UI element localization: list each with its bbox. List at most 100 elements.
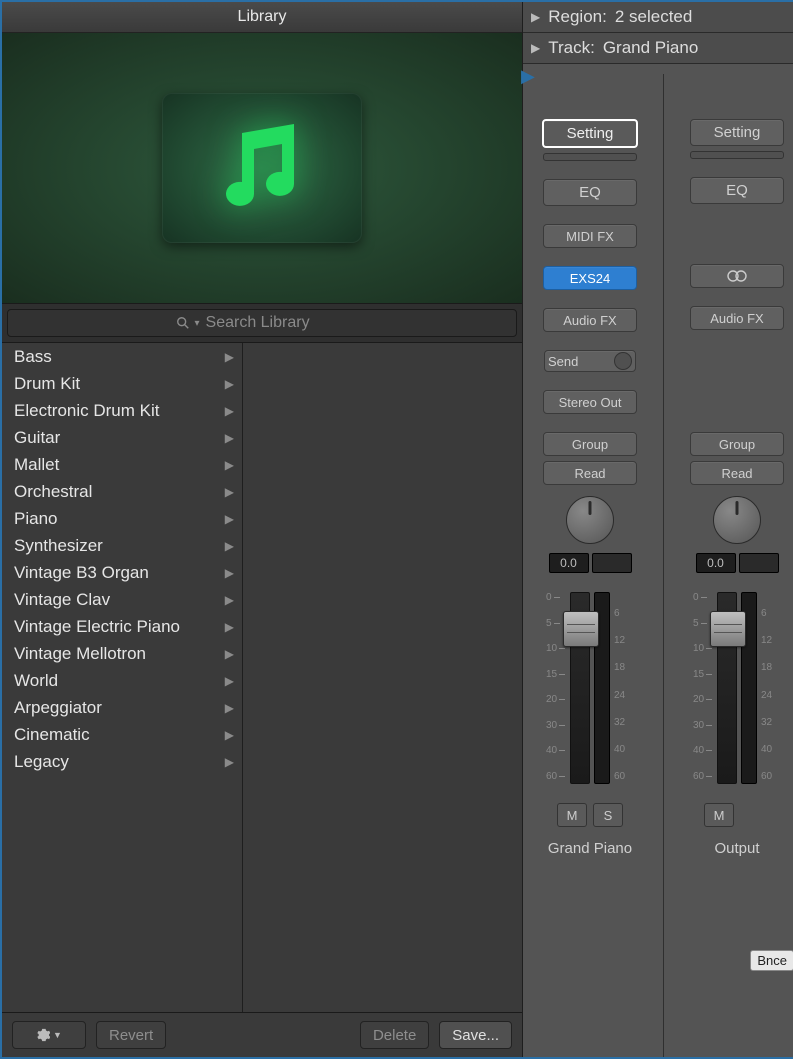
output-format-slot[interactable] xyxy=(690,264,784,288)
library-category-item[interactable]: Vintage Electric Piano▶ xyxy=(2,613,242,640)
library-category-item[interactable]: Orchestral▶ xyxy=(2,478,242,505)
strip-name[interactable]: Grand Piano xyxy=(548,840,632,857)
disclosure-triangle-icon[interactable]: ▶ xyxy=(531,41,540,55)
revert-button[interactable]: Revert xyxy=(96,1021,166,1049)
automation-mode-slot[interactable]: Read xyxy=(690,461,784,485)
library-detail-column xyxy=(243,343,522,1012)
category-label: Cinematic xyxy=(14,725,90,745)
library-category-item[interactable]: Arpeggiator ▶ xyxy=(2,694,242,721)
current-strip-pointer-icon: ▶ xyxy=(521,66,535,87)
category-label: Electronic Drum Kit xyxy=(14,401,159,421)
setting-slot[interactable]: Setting xyxy=(690,119,784,146)
group-slot[interactable]: Group xyxy=(543,432,637,456)
track-label: Track: xyxy=(548,38,595,58)
chevron-right-icon: ▶ xyxy=(225,593,234,607)
library-hero-tile xyxy=(162,93,362,243)
solo-button[interactable]: S xyxy=(593,803,623,827)
region-header[interactable]: ▶ Region: 2 selected xyxy=(523,2,793,33)
setting-slot[interactable]: Setting xyxy=(542,119,638,148)
chevron-down-icon: ▼ xyxy=(53,1030,62,1040)
category-label: Vintage Mellotron xyxy=(14,644,146,664)
fader-area: 05101520304060 6121824324060 xyxy=(693,592,781,790)
volume-fader[interactable] xyxy=(717,592,737,784)
stereo-icon xyxy=(723,270,751,282)
category-label: Orchestral xyxy=(14,482,92,502)
search-wrap: ▾ xyxy=(2,303,522,343)
chevron-right-icon: ▶ xyxy=(225,566,234,580)
search-input[interactable] xyxy=(204,313,348,333)
category-label: Guitar xyxy=(14,428,60,448)
library-category-item[interactable]: Mallet▶ xyxy=(2,451,242,478)
inspector-panel: ▶ Region: 2 selected ▶ Track: Grand Pian… xyxy=(523,2,793,1057)
chevron-right-icon: ▶ xyxy=(225,674,234,688)
midifx-slot[interactable]: MIDI FX xyxy=(543,224,637,248)
library-category-item[interactable]: Legacy ▶ xyxy=(2,748,242,775)
category-label: Bass xyxy=(14,347,52,367)
fader-cap[interactable] xyxy=(710,611,746,647)
library-search[interactable]: ▾ xyxy=(7,309,517,337)
library-category-item[interactable]: Piano▶ xyxy=(2,505,242,532)
fader-cap[interactable] xyxy=(563,611,599,647)
chevron-right-icon: ▶ xyxy=(225,755,234,769)
balance-knob[interactable] xyxy=(713,496,761,544)
category-label: Vintage Clav xyxy=(14,590,110,610)
region-value: 2 selected xyxy=(615,7,693,27)
bounce-button[interactable]: Bnce xyxy=(750,950,793,971)
library-category-item[interactable]: World ▶ xyxy=(2,667,242,694)
pan-value[interactable]: 0.0 xyxy=(549,553,589,573)
library-category-item[interactable]: Electronic Drum Kit▶ xyxy=(2,397,242,424)
category-label: Arpeggiator xyxy=(14,698,102,718)
pan-knob[interactable] xyxy=(566,496,614,544)
library-category-item[interactable]: Guitar▶ xyxy=(2,424,242,451)
mute-button[interactable]: M xyxy=(704,803,734,827)
library-category-item[interactable]: Cinematic▶ xyxy=(2,721,242,748)
library-category-item[interactable]: Synthesizer▶ xyxy=(2,532,242,559)
category-label: World xyxy=(14,671,58,691)
audiofx-slot[interactable]: Audio FX xyxy=(543,308,637,332)
search-chevron-icon: ▾ xyxy=(194,318,199,329)
instrument-slot[interactable]: EXS24 xyxy=(543,266,637,290)
chevron-right-icon: ▶ xyxy=(225,701,234,715)
send-slot[interactable]: Send xyxy=(544,350,636,372)
library-panel: Library ▾ Bass▶Drum Kit▶Electronic Drum … xyxy=(2,2,523,1057)
library-category-item[interactable]: Vintage Mellotron ▶ xyxy=(2,640,242,667)
eq-slot[interactable]: EQ xyxy=(690,177,784,204)
library-category-item[interactable]: Drum Kit ▶ xyxy=(2,370,242,397)
save-button[interactable]: Save... xyxy=(439,1021,512,1049)
volume-fader[interactable] xyxy=(570,592,590,784)
chevron-right-icon: ▶ xyxy=(225,647,234,661)
category-label: Piano xyxy=(14,509,57,529)
audiofx-slot[interactable]: Audio FX xyxy=(690,306,784,330)
send-knob-icon[interactable] xyxy=(614,352,632,370)
strip-name[interactable]: Output xyxy=(714,840,759,857)
track-value: Grand Piano xyxy=(603,38,698,58)
group-slot[interactable]: Group xyxy=(690,432,784,456)
category-label: Mallet xyxy=(14,455,59,475)
disclosure-triangle-icon[interactable]: ▶ xyxy=(531,10,540,24)
track-header[interactable]: ▶ Track: Grand Piano xyxy=(523,33,793,64)
library-category-item[interactable]: Bass▶ xyxy=(2,343,242,370)
chevron-right-icon: ▶ xyxy=(225,377,234,391)
music-note-icon xyxy=(207,118,317,218)
mute-button[interactable]: M xyxy=(557,803,587,827)
library-category-item[interactable]: Vintage B3 Organ▶ xyxy=(2,559,242,586)
channel-strips: ▶ Setting EQ MIDI FX EXS24 Audio FX Send xyxy=(523,64,793,1057)
eq-slot[interactable]: EQ xyxy=(543,179,637,206)
library-footer: ▼ Revert Delete Save... xyxy=(2,1012,522,1057)
meter-peak[interactable] xyxy=(592,553,632,573)
output-slot[interactable]: Stereo Out xyxy=(543,390,637,414)
library-category-list[interactable]: Bass▶Drum Kit▶Electronic Drum Kit▶Guitar… xyxy=(2,343,243,1012)
delete-button[interactable]: Delete xyxy=(360,1021,429,1049)
category-label: Legacy xyxy=(14,752,69,772)
search-icon xyxy=(176,316,190,330)
library-category-item[interactable]: Vintage Clav ▶ xyxy=(2,586,242,613)
category-label: Drum Kit xyxy=(14,374,80,394)
library-hero xyxy=(2,33,522,303)
meter-peak[interactable] xyxy=(739,553,779,573)
chevron-right-icon: ▶ xyxy=(225,620,234,634)
app-window: Library ▾ Bass▶Drum Kit▶Electronic Drum … xyxy=(0,0,793,1059)
library-action-menu[interactable]: ▼ xyxy=(12,1021,86,1049)
pan-value[interactable]: 0.0 xyxy=(696,553,736,573)
automation-mode-slot[interactable]: Read xyxy=(543,461,637,485)
channel-strip-output: Setting EQ Audio FX Group Read xyxy=(678,74,793,1057)
